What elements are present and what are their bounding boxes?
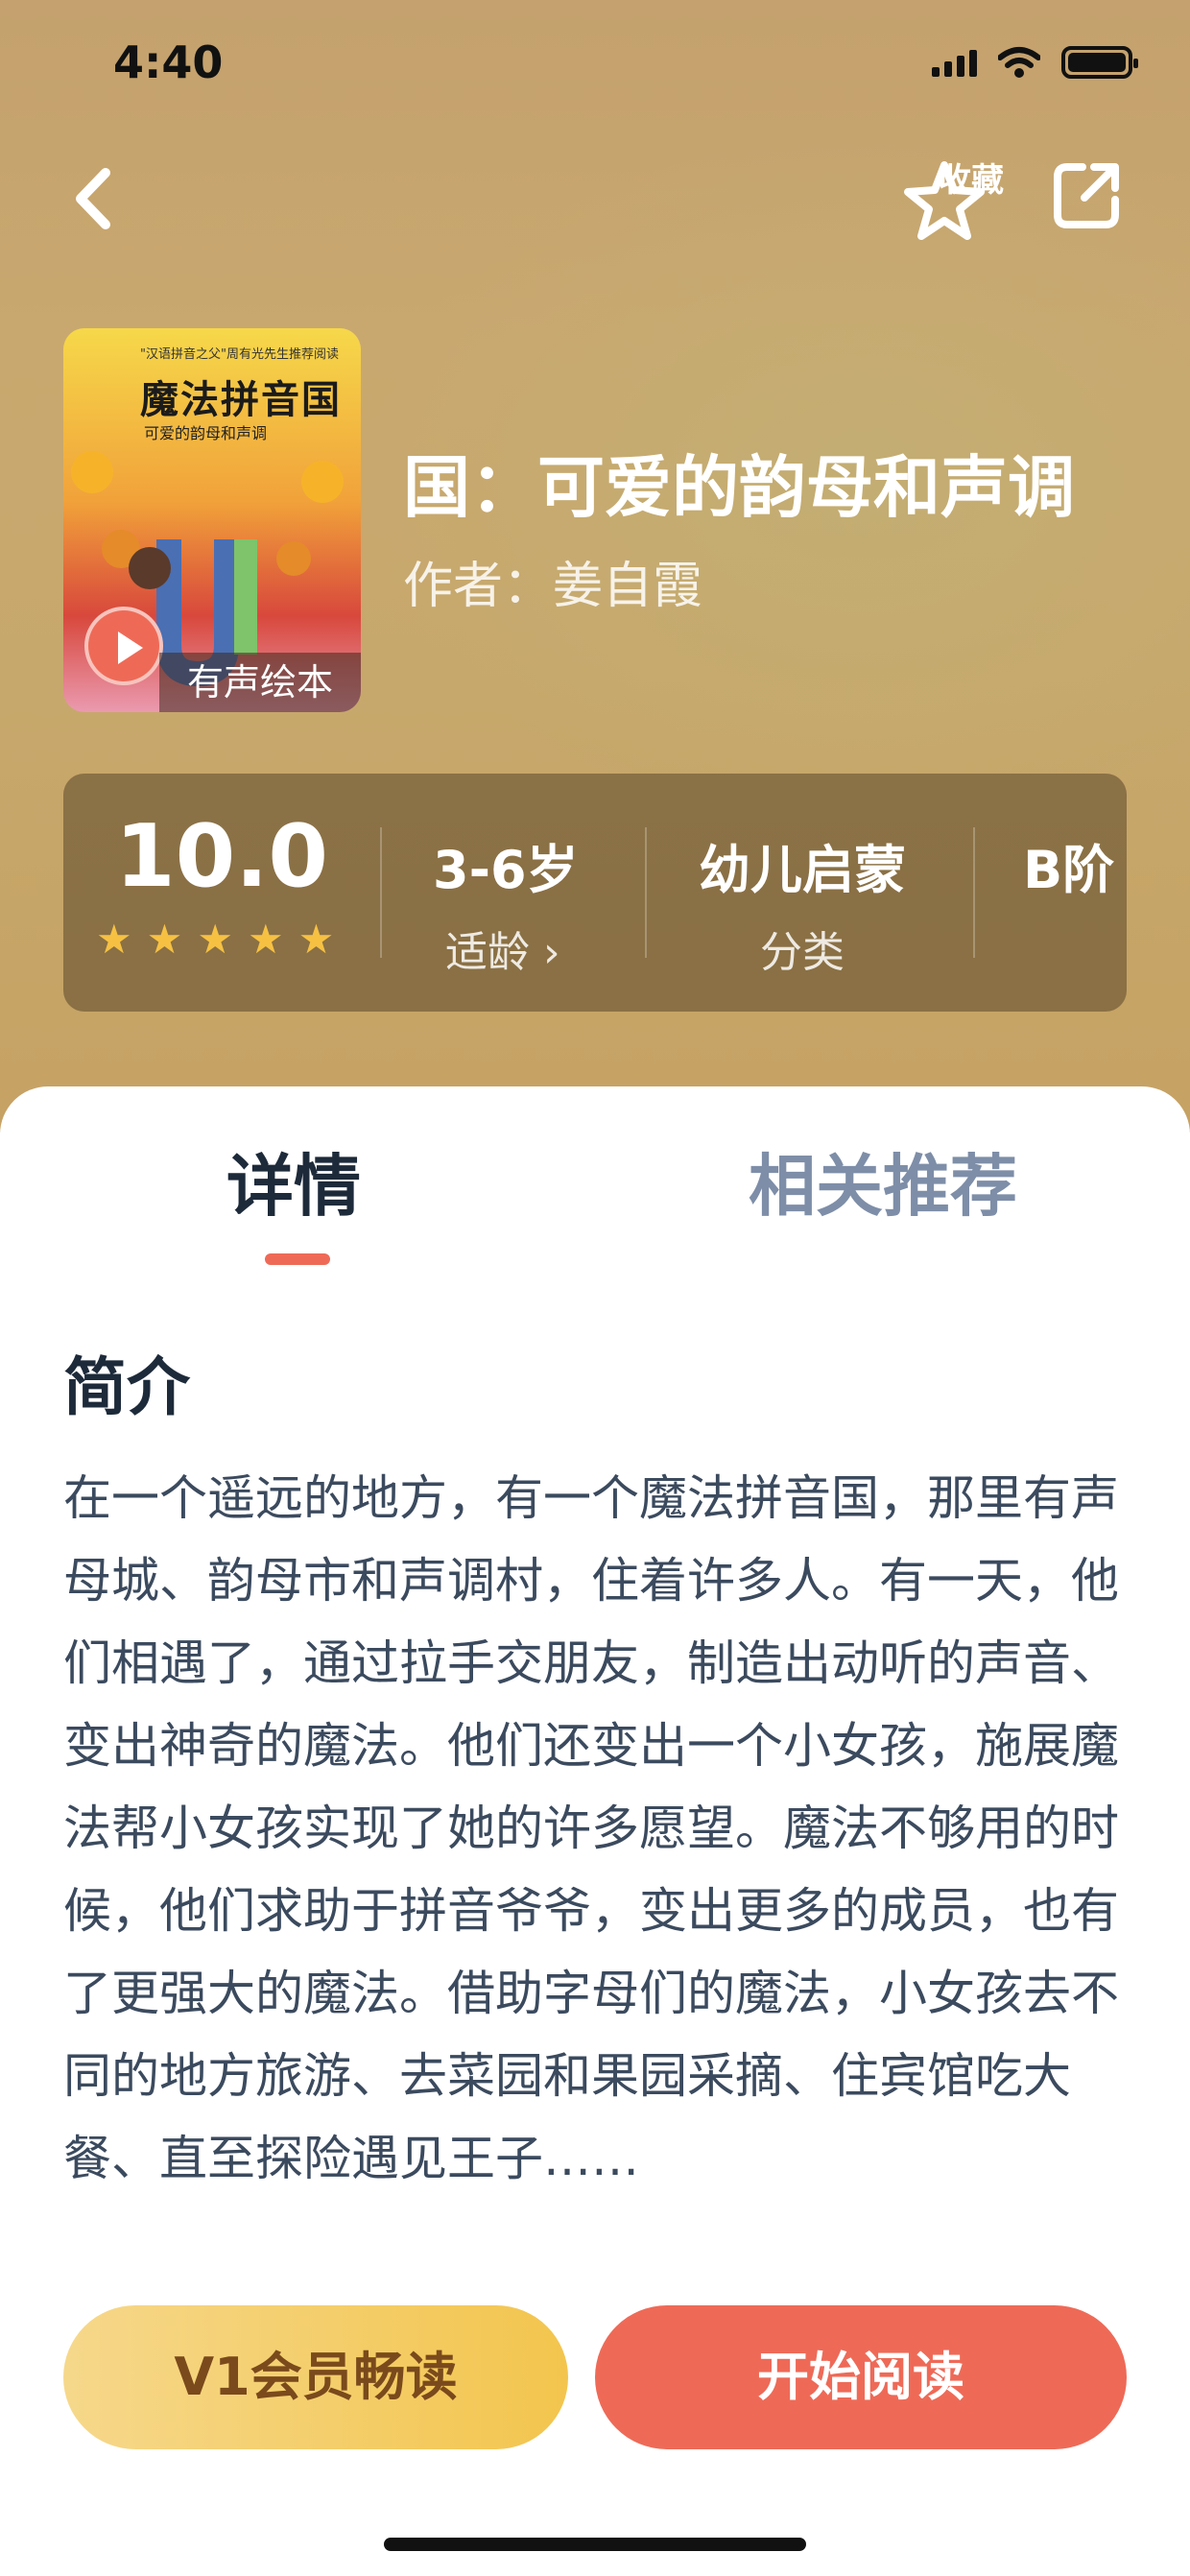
share-icon[interactable] [1052, 159, 1123, 230]
vip-read-button[interactable]: V1会员畅读 [63, 2305, 568, 2449]
book-title: 国：可爱的韵母和声调 [403, 448, 1075, 527]
favorite-label[interactable]: 收藏 [939, 154, 1004, 201]
star-icon: ★ [298, 916, 335, 963]
rating-score: 10.0 [115, 806, 329, 907]
intro-text: 在一个遥远的地方，有一个魔法拼音国，那里有声母城、韵母市和声调村，住着许多人。有… [63, 1470, 1119, 2186]
wifi-icon [998, 47, 1040, 78]
battery-icon [1061, 46, 1138, 79]
intro-title: 简介 [63, 1350, 190, 1424]
cellular-signal-icon [932, 48, 977, 77]
category-label: 分类 [760, 928, 845, 977]
star-icon: ★ [247, 916, 284, 963]
tab-recommend[interactable]: 相关推荐 [749, 1133, 1017, 1229]
star-icon: ★ [96, 916, 132, 963]
age-label[interactable]: 适龄 › [445, 918, 560, 979]
start-reading-button[interactable]: 开始阅读 [595, 2305, 1127, 2449]
stat-divider [645, 827, 647, 958]
back-chevron-icon[interactable] [67, 165, 125, 232]
tab-detail[interactable]: 详情 [226, 1133, 361, 1229]
status-time: 4:40 [113, 36, 224, 88]
age-value[interactable]: 3-6岁 [433, 827, 579, 903]
stat-divider [380, 827, 382, 958]
book-stats-card: 10.0 ★ ★ ★ ★ ★ 3-6岁 适龄 › 幼儿启蒙 分类 B阶 [63, 774, 1127, 1012]
play-audio-button[interactable] [84, 607, 163, 685]
level-value: B阶 [1023, 840, 1115, 900]
audio-book-badge: 有声绘本 [159, 653, 361, 712]
star-icon: ★ [146, 916, 183, 963]
status-icons [932, 46, 1138, 79]
book-author: 作者：姜自霞 [403, 558, 703, 615]
stat-divider [973, 827, 975, 958]
home-indicator [384, 2538, 806, 2551]
rating-stars: ★ ★ ★ ★ ★ [96, 919, 334, 960]
book-cover[interactable]: "汉语拼音之父"周有光先生推荐阅读 魔法拼音国 可爱的韵母和声调 有声绘本 [63, 328, 361, 712]
star-icon: ★ [197, 916, 233, 963]
tab-indicator [265, 1253, 330, 1265]
category-value: 幼儿启蒙 [699, 840, 906, 900]
